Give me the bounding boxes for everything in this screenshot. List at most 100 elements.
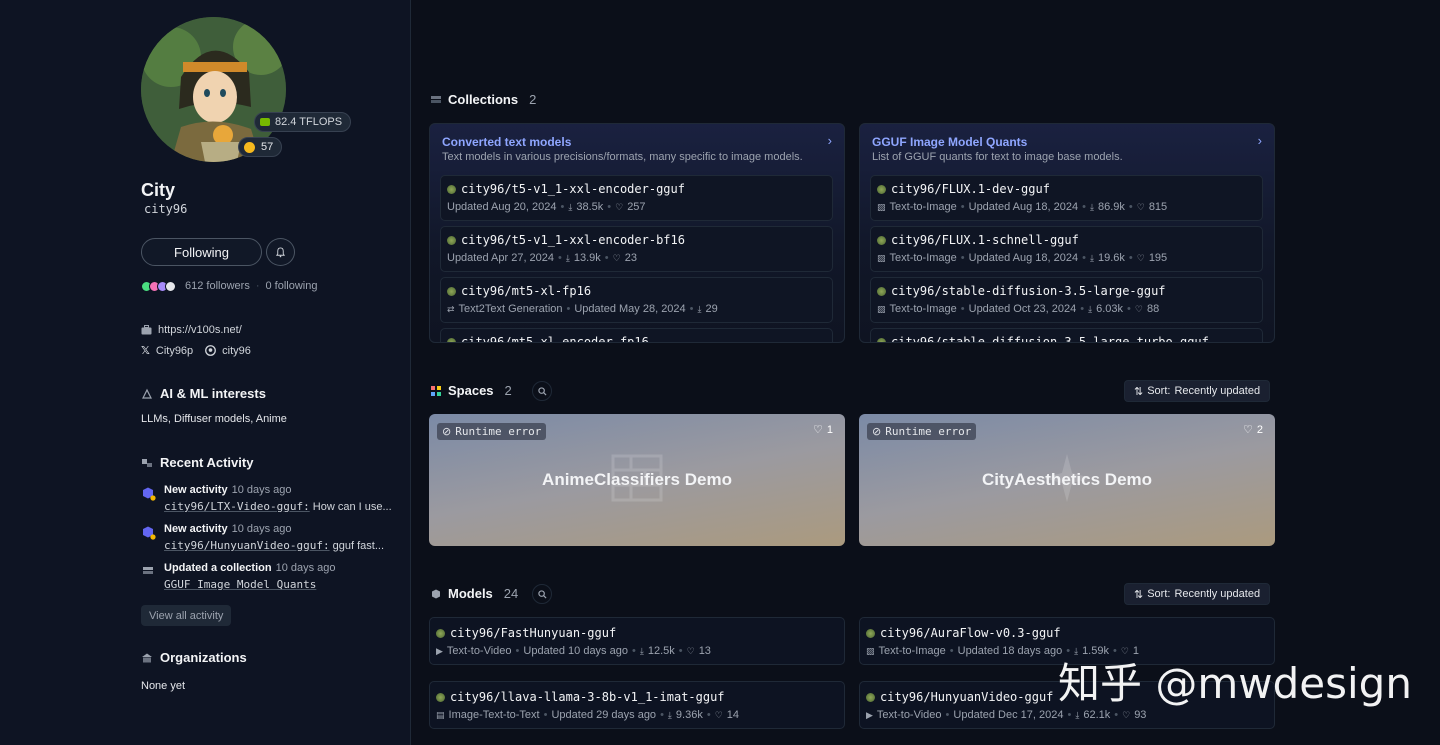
model-name[interactable]: city96/FLUX.1-dev-gguf xyxy=(891,182,1050,196)
heart-icon: ♡ xyxy=(1243,424,1253,436)
activity-detail[interactable]: city96/HunyuanVideo-gguf: gguf fast... xyxy=(164,539,403,552)
author-avatar-icon xyxy=(877,337,886,342)
download-count: 29 xyxy=(705,303,718,315)
chevron-right-icon[interactable]: › xyxy=(828,133,832,148)
space-likes[interactable]: ♡ 2 xyxy=(1243,423,1263,437)
collection-description: List of GGUF quants for text to image ba… xyxy=(872,151,1123,163)
model-name[interactable]: city96/FLUX.1-schnell-gguf xyxy=(891,233,1079,247)
model-name[interactable]: city96/llava-llama-3-8b-v1_1-imat-gguf xyxy=(450,690,725,704)
following-link[interactable]: 0 following xyxy=(266,280,318,292)
collection-entry[interactable]: city96/stable-diffusion-3.5-large-turbo-… xyxy=(870,328,1263,342)
website-url[interactable]: https://v100s.net/ xyxy=(158,324,242,336)
view-all-activity-button[interactable]: View all activity xyxy=(141,605,232,626)
followers-link[interactable]: 612 followers xyxy=(185,280,250,292)
space-card[interactable]: ⊘ Runtime error ♡ 1 AnimeClassifiers Demo xyxy=(429,414,845,546)
separator: • xyxy=(960,252,965,264)
activity-time: 10 days ago xyxy=(231,523,292,535)
space-card[interactable]: ⊘ Runtime error ♡ 2 CityAesthetics Demo xyxy=(859,414,1275,546)
collection-entry[interactable]: city96/stable-diffusion-3.5-large-gguf ▨… xyxy=(870,277,1263,323)
collection-entry[interactable]: city96/t5-v1_1-xxl-encoder-bf16 Updated … xyxy=(440,226,833,272)
activity-detail[interactable]: GGUF Image Model Quants xyxy=(164,578,403,591)
models-search-button[interactable] xyxy=(532,584,552,604)
model-name[interactable]: city96/HunyuanVideo-gguf xyxy=(880,690,1053,704)
model-card[interactable]: city96/llava-llama-3-8b-v1_1-imat-gguf ▤… xyxy=(429,681,845,729)
github-link[interactable]: city96 xyxy=(222,345,251,357)
activity-target-link[interactable]: city96/LTX-Video-gguf: xyxy=(164,500,310,513)
updated-date: Updated Oct 23, 2024 xyxy=(968,303,1077,315)
author-avatar-icon xyxy=(447,235,456,245)
collection-entry[interactable]: city96/FLUX.1-dev-gguf ▨ Text-to-Image • Up… xyxy=(870,175,1263,221)
separator: • xyxy=(689,303,694,315)
heart-icon: ♡ xyxy=(1122,709,1131,720)
twitter-link[interactable]: City96p xyxy=(156,345,193,357)
likes-value: 57 xyxy=(261,141,274,153)
space-title[interactable]: CityAesthetics Demo xyxy=(859,470,1275,490)
entry-name-row: city96/t5-v1_1-xxl-encoder-gguf xyxy=(447,182,685,196)
space-title[interactable]: AnimeClassifiers Demo xyxy=(429,470,845,490)
pipeline-tag: Text2Text Generation xyxy=(458,303,563,315)
heart-icon: ♡ xyxy=(813,424,823,436)
like-count: 1 xyxy=(826,423,833,436)
model-name[interactable]: city96/stable-diffusion-3.5-large-gguf xyxy=(891,284,1166,298)
model-name-row: city96/FastHunyuan-gguf xyxy=(436,626,616,640)
status-badge: ⊘ Runtime error xyxy=(867,423,977,440)
entry-meta: ▨ Text-to-Image • Updated Aug 18, 2024 • ⤓ 19.… xyxy=(877,252,1167,264)
separator: • xyxy=(515,645,520,657)
collection-entry[interactable]: city96/mt5-xl-encoder-fp16 xyxy=(440,328,833,342)
following-button[interactable]: Following xyxy=(141,238,262,266)
entry-name-row: city96/FLUX.1-schnell-gguf xyxy=(877,233,1079,247)
pipeline-tag: Image-Text-to-Text xyxy=(448,709,540,721)
activity-detail[interactable]: city96/LTX-Video-gguf: How can I use... xyxy=(164,500,403,513)
model-name[interactable]: city96/t5-v1_1-xxl-encoder-gguf xyxy=(461,182,685,196)
collection-card[interactable]: Converted text models Text models in var… xyxy=(429,123,845,343)
collection-entry[interactable]: city96/mt5-xl-fp16 ⇄ Text2Text Generation… xyxy=(440,277,833,323)
sort-prefix: Sort: xyxy=(1147,588,1171,600)
models-sort-button[interactable]: ⇅ Sort: Recently updated xyxy=(1124,583,1271,605)
entry-meta: ▨ Text-to-Image • Updated Aug 18, 2024 • ⤓ 86.… xyxy=(877,201,1167,213)
activity-target-link[interactable]: GGUF Image Model Quants xyxy=(164,578,316,591)
model-name[interactable]: city96/t5-v1_1-xxl-encoder-bf16 xyxy=(461,233,685,247)
space-likes[interactable]: ♡ 1 xyxy=(813,423,833,437)
notifications-button[interactable] xyxy=(266,238,295,266)
collection-title[interactable]: Converted text models xyxy=(442,135,571,149)
like-count: 88 xyxy=(1146,303,1160,315)
bell-icon xyxy=(275,246,286,257)
model-name[interactable]: city96/mt5-xl-encoder-fp16 xyxy=(461,335,649,342)
website-link[interactable]: https://v100s.net/ xyxy=(141,324,242,336)
github-icon xyxy=(205,345,217,356)
entry-name-row: city96/FLUX.1-dev-gguf xyxy=(877,182,1050,196)
follower-avatars[interactable] xyxy=(141,280,176,292)
pipeline-tag: Text-to-Image xyxy=(889,201,957,213)
collection-entry[interactable]: city96/t5-v1_1-xxl-encoder-gguf Updated … xyxy=(440,175,833,221)
entry-name-row: city96/t5-v1_1-xxl-encoder-bf16 xyxy=(447,233,685,247)
briefcase-icon xyxy=(141,325,152,335)
heart-icon: ♡ xyxy=(1134,303,1143,314)
collection-title[interactable]: GGUF Image Model Quants xyxy=(872,135,1027,149)
download-count: 6.03k xyxy=(1096,303,1124,315)
heart-icon: ♡ xyxy=(714,709,723,720)
model-card[interactable]: city96/FastHunyuan-gguf ▶ Text-to-Video • U… xyxy=(429,617,845,665)
activity-time: 10 days ago xyxy=(231,484,292,496)
model-name-row: city96/AuraFlow-v0.3-gguf xyxy=(866,626,1061,640)
chevron-right-icon[interactable]: › xyxy=(1258,133,1262,148)
sort-value: Recently updated xyxy=(1174,588,1261,600)
model-name[interactable]: city96/AuraFlow-v0.3-gguf xyxy=(880,626,1061,640)
collection-entry[interactable]: city96/FLUX.1-schnell-gguf ▨ Text-to-Imag… xyxy=(870,226,1263,272)
video-icon: ▶ xyxy=(866,709,873,720)
activity-target-link[interactable]: city96/HunyuanVideo-gguf: xyxy=(164,539,330,552)
sort-prefix: Sort: xyxy=(1147,385,1171,397)
like-count: 195 xyxy=(1148,252,1168,264)
separator: • xyxy=(558,252,562,264)
model-name[interactable]: city96/stable-diffusion-3.5-large-turbo-… xyxy=(891,335,1209,342)
author-avatar-icon xyxy=(447,184,456,194)
organizations-value: None yet xyxy=(141,680,186,692)
activity-title: Recent Activity xyxy=(160,455,254,470)
spaces-search-button[interactable] xyxy=(532,381,552,401)
model-name[interactable]: city96/mt5-xl-fp16 xyxy=(461,284,591,298)
model-name[interactable]: city96/FastHunyuan-gguf xyxy=(450,626,616,640)
updated-date: Updated May 28, 2024 xyxy=(574,303,686,315)
entry-meta: ⇄ Text2Text Generation • Updated May 28, 20… xyxy=(447,303,718,315)
collection-card[interactable]: GGUF Image Model Quants List of GGUF qua… xyxy=(859,123,1275,343)
spaces-sort-button[interactable]: ⇅ Sort: Recently updated xyxy=(1124,380,1271,402)
like-count: 23 xyxy=(624,252,637,264)
